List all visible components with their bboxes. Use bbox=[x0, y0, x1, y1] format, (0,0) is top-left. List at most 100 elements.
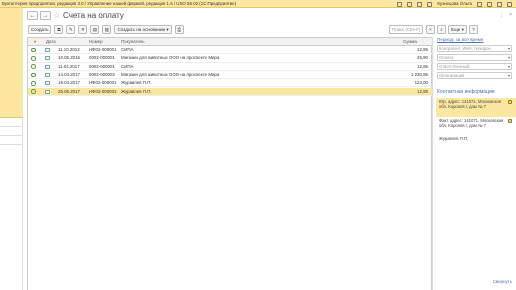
divider bbox=[0, 135, 23, 136]
documents-table: ★ Дата Номер Покупатель Сумма 11.10.2012… bbox=[27, 37, 432, 290]
row-date: 11.04.2017 bbox=[58, 63, 80, 69]
table-row[interactable]: 25.05.2017 НФ02-000002 Журавлев П.П. 12,95 bbox=[28, 87, 432, 96]
organization-filter-placeholder: Организация bbox=[439, 73, 465, 78]
document-icon bbox=[45, 48, 50, 52]
posted-status-icon bbox=[31, 81, 36, 86]
minimize-icon[interactable] bbox=[487, 1, 492, 7]
row-sum: 45,90 bbox=[417, 55, 428, 61]
table-row[interactable]: 11.10.2012 НФ02-000001 СИПА 12,95 bbox=[28, 46, 432, 55]
divider bbox=[0, 126, 23, 127]
mark-delete-icon[interactable]: ✕ bbox=[78, 25, 88, 34]
chevron-down-icon[interactable]: ▾ bbox=[508, 73, 510, 79]
edit-icon[interactable]: ✎ bbox=[66, 25, 76, 34]
row-sum: 12,95 bbox=[417, 63, 428, 69]
contact-actual-address[interactable]: Факт. адрес: 141071, Московская обл, Кор… bbox=[436, 117, 516, 134]
row-number: НФ02-000001 bbox=[89, 80, 117, 86]
close-icon[interactable] bbox=[507, 1, 512, 7]
edit-icon[interactable] bbox=[508, 100, 512, 104]
chevron-down-icon[interactable]: ▾ bbox=[508, 64, 510, 70]
column-header-date[interactable]: Дата bbox=[46, 38, 56, 46]
posted-status-icon bbox=[31, 89, 36, 94]
column-header-sum[interactable]: Сумма bbox=[403, 38, 417, 46]
forward-button[interactable]: → bbox=[40, 11, 51, 20]
counterparty-filter-placeholder: Контрагент, ИНН, телефон bbox=[439, 46, 491, 51]
page-title: Счета на оплату bbox=[63, 11, 124, 20]
row-buyer: СИПА bbox=[121, 47, 134, 52]
contact-person[interactable]: Журавлев П.П. bbox=[436, 135, 516, 143]
more-icon[interactable]: ⋮ bbox=[499, 12, 504, 18]
document-icon bbox=[45, 56, 50, 61]
row-date: 25.05.2017 bbox=[58, 88, 80, 94]
search-clear-icon[interactable]: × bbox=[426, 25, 435, 34]
back-button[interactable]: ← bbox=[27, 11, 38, 20]
search-icon[interactable]: ⌕ bbox=[437, 25, 446, 34]
organization-filter[interactable]: Организация ▾ bbox=[437, 72, 512, 79]
posted-status-icon bbox=[31, 64, 36, 70]
help-button[interactable]: ? bbox=[468, 25, 478, 34]
posted-status-icon bbox=[31, 72, 36, 78]
table-row[interactable]: 11.04.2017 0002-000001 СИПА 12,95 bbox=[28, 63, 432, 71]
more-button[interactable]: Еще ▾ bbox=[448, 25, 467, 34]
divider bbox=[0, 144, 23, 145]
maximize-icon[interactable] bbox=[497, 1, 502, 7]
chevron-down-icon[interactable]: ▾ bbox=[508, 46, 510, 52]
window-controls: ⋮ × bbox=[499, 12, 512, 18]
row-number: НФ02-000002 bbox=[89, 88, 117, 94]
contact-actual-address-text: Факт. адрес: 141071, Московская обл, Кор… bbox=[439, 118, 504, 128]
copy-icon[interactable]: ⧉ bbox=[54, 25, 64, 34]
row-sum: 123,00 bbox=[414, 80, 428, 86]
row-number: 0002-000002 bbox=[89, 71, 115, 77]
table-row[interactable]: 14.04.2017 0002-000002 Магазин для животны… bbox=[28, 71, 432, 80]
edit-icon[interactable] bbox=[508, 119, 512, 123]
row-date: 11.10.2012 bbox=[58, 47, 80, 52]
print-icon[interactable]: ⎙ bbox=[174, 25, 184, 34]
post-icon[interactable]: ▤ bbox=[90, 25, 100, 34]
contact-person-text: Журавлев П.П. bbox=[439, 136, 469, 141]
table-header: ★ Дата Номер Покупатель Сумма bbox=[28, 38, 432, 46]
document-icon bbox=[45, 64, 50, 69]
row-sum: 1 230,95 bbox=[410, 71, 428, 77]
row-buyer: Журавлев П.П. bbox=[121, 88, 152, 94]
column-header-number[interactable]: Номер bbox=[89, 38, 103, 46]
search-icon[interactable] bbox=[397, 1, 403, 7]
form-toolbar: Создать ⧉ ✎ ✕ ▤ ▥ Создать на основании ▾… bbox=[28, 25, 184, 34]
create-on-basis-button[interactable]: Создать на основании ▾ bbox=[114, 25, 172, 34]
search-input[interactable]: Поиск (Ctrl+F) bbox=[389, 25, 423, 34]
history-icon[interactable] bbox=[417, 1, 423, 7]
contact-legal-address[interactable]: Юр. адрес: 141071, Московская обл, Корол… bbox=[436, 98, 516, 117]
toolbar-right: × ⌕ Еще ▾ ? bbox=[426, 25, 478, 34]
period-link[interactable]: Период: за все время bbox=[437, 37, 483, 42]
user-name[interactable]: Кузнецова Ольга bbox=[437, 0, 472, 7]
contact-legal-address-text: Юр. адрес: 141071, Московская обл, Корол… bbox=[439, 99, 501, 109]
close-form-icon[interactable]: × bbox=[509, 12, 512, 18]
collapse-link[interactable]: Свернуть bbox=[493, 279, 512, 284]
menu-icon[interactable] bbox=[477, 1, 482, 7]
bell-icon[interactable] bbox=[407, 1, 413, 7]
posted-status-icon bbox=[31, 47, 36, 53]
create-button[interactable]: Создать bbox=[28, 25, 52, 34]
row-number: 0002-000001 bbox=[89, 63, 115, 69]
document-icon bbox=[45, 89, 50, 94]
status-column-icon: ★ bbox=[33, 39, 37, 44]
payment-filter[interactable]: Оплата ▾ bbox=[437, 54, 512, 61]
window-titlebar: Бухгалтерия предприятия, редакция 3.0 / … bbox=[0, 0, 516, 8]
favorite-star-icon[interactable]: ☆ bbox=[53, 11, 60, 20]
row-buyer: Магазин для животных ООО на проспекте Ми… bbox=[121, 71, 220, 77]
column-header-buyer[interactable]: Покупатель bbox=[121, 38, 145, 46]
table-scrollbar[interactable] bbox=[432, 37, 435, 290]
row-sum: 12,95 bbox=[417, 88, 428, 94]
contact-info-header: Контактная информация bbox=[437, 89, 495, 95]
info-panel: Период: за все время Контрагент, ИНН, те… bbox=[436, 37, 516, 290]
row-sum: 12,95 bbox=[417, 47, 428, 52]
row-number: 0002-000001 bbox=[89, 55, 115, 61]
row-number: НФ02-000001 bbox=[89, 47, 117, 52]
row-buyer: Журавлев П.П. bbox=[121, 80, 152, 86]
table-row[interactable]: 18.04.2017 НФ02-000001 Журавлев П.П. 123,00 bbox=[28, 79, 432, 88]
chevron-down-icon[interactable]: ▾ bbox=[508, 55, 510, 61]
document-icon bbox=[45, 72, 50, 77]
unpost-icon[interactable]: ▥ bbox=[102, 25, 112, 34]
responsible-filter[interactable]: Ответственный ▾ bbox=[437, 63, 512, 70]
table-row[interactable]: 10.05.2016 0002-000001 Магазин для животны… bbox=[28, 54, 432, 63]
star-icon[interactable] bbox=[427, 1, 433, 7]
counterparty-filter[interactable]: Контрагент, ИНН, телефон ▾ bbox=[437, 45, 512, 52]
